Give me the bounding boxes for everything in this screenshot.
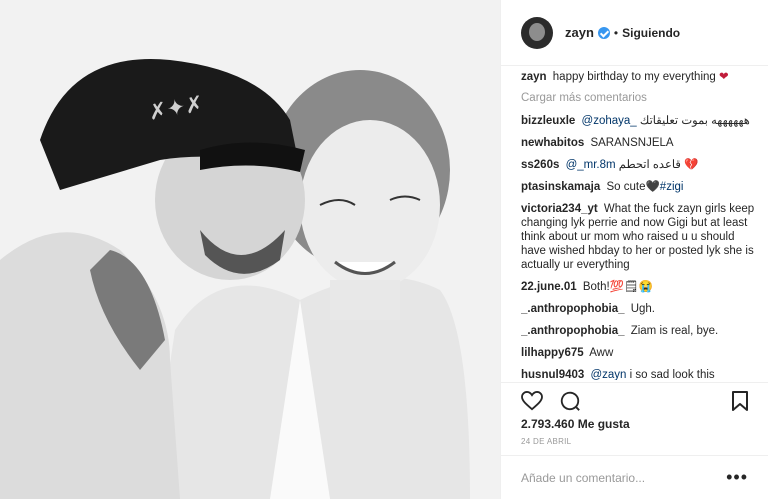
- comment-hashtag[interactable]: #zigi: [660, 181, 684, 193]
- post-header: zayn • Siguiendo: [501, 0, 768, 66]
- comment-mention[interactable]: @_mr.8m: [566, 159, 616, 171]
- header-username[interactable]: zayn: [565, 25, 594, 40]
- comment-text: So cute🖤: [606, 181, 660, 193]
- comment-username[interactable]: _.anthropophobia_: [521, 303, 625, 315]
- comment-username[interactable]: newhabitos: [521, 137, 584, 149]
- post-photo[interactable]: ✗✦✗: [0, 0, 500, 499]
- comment-text: Ziam is real, bye.: [630, 325, 719, 337]
- heart-icon[interactable]: [521, 390, 543, 411]
- load-more-comments-link[interactable]: Cargar más comentarios: [521, 92, 756, 104]
- caption-text: happy birthday to my everything: [552, 71, 716, 83]
- comment-item: 22.june.01 Both!💯🗒😭: [521, 280, 756, 294]
- comment-username[interactable]: victoria234_yt: [521, 203, 598, 215]
- comment-item: _.anthropophobia_ Ugh.: [521, 302, 756, 316]
- instagram-post: ✗✦✗ zayn • Siguiendo zayn happy birthday…: [0, 0, 768, 499]
- follow-status-button[interactable]: Siguiendo: [622, 26, 680, 40]
- verified-badge-icon: [597, 26, 610, 39]
- comment-text: SARANSNJELA: [590, 137, 674, 149]
- avatar[interactable]: [521, 16, 553, 49]
- more-options-icon[interactable]: •••: [726, 467, 748, 488]
- caption: zayn happy birthday to my everything ❤: [521, 70, 756, 84]
- comment-text: Ugh.: [630, 303, 655, 315]
- comment-item: ss260s @_mr.8m قاعده اتحطم 💔: [521, 158, 756, 172]
- bookmark-icon[interactable]: [732, 390, 748, 411]
- comment-username[interactable]: bizzleuxle: [521, 115, 575, 127]
- comment-item: newhabitos SARANSNJELA: [521, 136, 756, 150]
- comment-item: bizzleuxle @zohaya_ ههههههه بموت تعليقات…: [521, 114, 756, 128]
- comment-username[interactable]: lilhappy675: [521, 347, 584, 359]
- post-side-panel: zayn • Siguiendo zayn happy birthday to …: [500, 0, 768, 499]
- comment-icon[interactable]: [559, 390, 581, 412]
- add-comment-input[interactable]: [521, 470, 721, 485]
- action-bar: [501, 382, 768, 418]
- comments-list[interactable]: zayn happy birthday to my everything ❤ C…: [521, 70, 756, 380]
- comment-mention[interactable]: @zayn: [590, 369, 626, 380]
- comment-username[interactable]: husnul9403: [521, 369, 584, 380]
- likes-count[interactable]: 2.793.460 Me gusta: [521, 417, 630, 431]
- separator-dot: •: [613, 25, 619, 40]
- comment-item: husnul9403 @zayn i so sad look this: [521, 368, 756, 380]
- comment-item: _.anthropophobia_ Ziam is real, bye.: [521, 324, 756, 338]
- comment-text: i so sad look this: [629, 369, 715, 380]
- comment-username[interactable]: 22.june.01: [521, 281, 577, 293]
- caption-emoji: ❤: [719, 71, 729, 83]
- comment-text: ههههههه بموت تعليقاتك: [639, 115, 750, 127]
- comment-text: Both!💯🗒😭: [582, 281, 653, 293]
- post-date[interactable]: 24 DE ABRIL: [521, 437, 571, 446]
- comment-username[interactable]: ptasinskamaja: [521, 181, 600, 193]
- photo-illustration: ✗✦✗: [0, 0, 500, 499]
- comment-mention[interactable]: @zohaya_: [582, 115, 637, 127]
- comment-username[interactable]: _.anthropophobia_: [521, 325, 625, 337]
- comment-username[interactable]: ss260s: [521, 159, 559, 171]
- comment-text: Aww: [589, 347, 614, 359]
- add-comment-bar: •••: [501, 455, 768, 499]
- comment-item: ptasinskamaja So cute🖤#zigi: [521, 180, 756, 194]
- comment-text: قاعده اتحطم 💔: [618, 159, 699, 171]
- caption-username[interactable]: zayn: [521, 71, 547, 83]
- comment-item: lilhappy675 Aww: [521, 346, 756, 360]
- comment-item: victoria234_yt What the fuck zayn girls …: [521, 202, 756, 272]
